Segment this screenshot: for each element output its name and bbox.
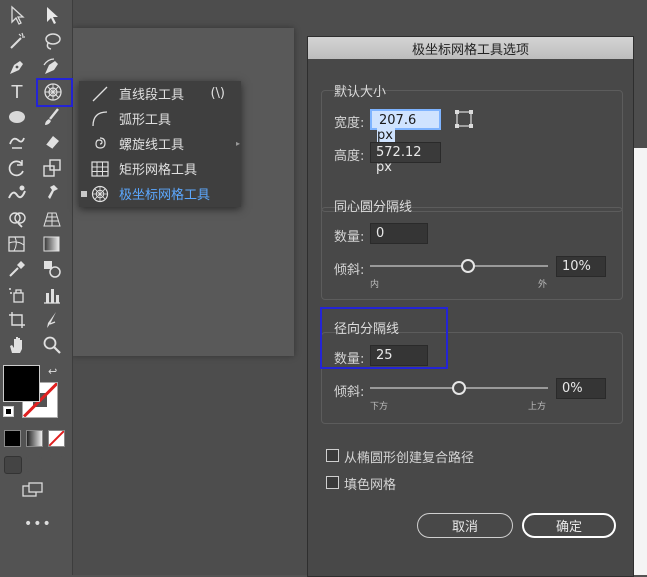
line-segment-icon: [89, 85, 111, 103]
warp-tool-icon[interactable]: [5, 182, 29, 204]
radial-top-tag: 上方: [528, 402, 547, 412]
fill-color-swatch[interactable]: [3, 365, 40, 402]
shaper-tool-icon[interactable]: [5, 131, 29, 153]
eraser-tool-icon[interactable]: [40, 131, 64, 153]
concentric-count-input[interactable]: 0: [370, 223, 428, 244]
rectangular-grid-icon: [89, 160, 111, 178]
draw-behind-icon[interactable]: [26, 456, 42, 472]
magic-wand-tool-icon[interactable]: [5, 30, 29, 52]
concentric-skew-track[interactable]: [370, 265, 548, 267]
width-input[interactable]: 207.6 px: [370, 109, 441, 143]
height-label: 高度:: [334, 149, 365, 164]
zoom-tool-icon[interactable]: [40, 334, 64, 356]
current-tool-indicator: [81, 191, 87, 197]
none-mode-icon[interactable]: [48, 430, 65, 447]
eyedropper-tool-icon[interactable]: [5, 258, 29, 280]
color-mode-icon[interactable]: [4, 430, 21, 447]
shape-builder-tool-icon[interactable]: [5, 208, 29, 230]
draw-normal-icon[interactable]: [4, 456, 22, 474]
mesh-tool-icon[interactable]: [5, 233, 29, 255]
height-input[interactable]: 572.12 px: [370, 142, 441, 175]
radial-skew-label: 倾斜:: [334, 385, 365, 400]
line-tools-flyout: 直线段工具 (\) 弧形工具 螺旋线工具 矩形网格工具 极坐标网格工具: [79, 81, 241, 207]
concentric-skew-input[interactable]: 10%: [556, 256, 606, 277]
scale-tool-icon[interactable]: [40, 157, 64, 179]
radial-skew-thumb[interactable]: [452, 381, 466, 395]
lasso-tool-icon[interactable]: [40, 30, 64, 52]
draw-inside-icon[interactable]: [48, 456, 64, 472]
artboard-tool-icon[interactable]: [5, 309, 29, 331]
polar-grid-tool-highlight: [36, 78, 73, 107]
polar-grid-icon: [89, 185, 111, 203]
concentric-dividers-group: [321, 207, 623, 300]
default-colors-icon[interactable]: [3, 406, 14, 417]
concentric-skew-label: 倾斜:: [334, 263, 365, 278]
perspective-grid-tool-icon[interactable]: [40, 208, 64, 230]
concentric-outer-tag: 外: [538, 280, 548, 290]
selection-tool-icon[interactable]: [5, 4, 29, 26]
constrain-proportions-icon[interactable]: [454, 109, 474, 129]
fill-grid-label: 填色网格: [344, 478, 397, 493]
type-tool-icon[interactable]: T: [5, 81, 29, 103]
cancel-button[interactable]: 取消: [417, 513, 513, 538]
radial-skew-input[interactable]: 0%: [556, 378, 606, 399]
concentric-count-label: 数量:: [334, 230, 365, 245]
flyout-tearoff-arrow-icon[interactable]: ▸: [236, 139, 240, 148]
flyout-item-polar-grid[interactable]: 极坐标网格工具: [79, 181, 241, 206]
swap-colors-icon[interactable]: ↩: [48, 365, 57, 378]
direct-selection-tool-icon[interactable]: [40, 4, 64, 26]
radial-bottom-tag: 下方: [370, 402, 389, 412]
radial-dividers-highlight: [320, 307, 448, 369]
symbol-sprayer-tool-icon[interactable]: [5, 284, 29, 306]
width-label: 宽度:: [334, 116, 365, 131]
ellipse-tool-icon[interactable]: [5, 106, 29, 128]
compound-path-label: 从椭圆形创建复合路径: [344, 451, 475, 466]
slice-tool-icon[interactable]: [40, 309, 64, 331]
flyout-item-line-segment[interactable]: 直线段工具 (\): [79, 81, 241, 106]
spiral-icon: [89, 135, 111, 153]
hand-tool-icon[interactable]: [5, 334, 29, 356]
screen-mode-icon[interactable]: [22, 482, 44, 498]
concentric-dividers-title: 同心圆分隔线: [334, 200, 413, 215]
concentric-skew-thumb[interactable]: [460, 259, 475, 273]
gradient-mode-icon[interactable]: [26, 430, 43, 447]
flyout-item-rectangular-grid[interactable]: 矩形网格工具: [79, 156, 241, 181]
compound-path-checkbox[interactable]: [326, 449, 339, 462]
dialog-title: 极坐标网格工具选项: [308, 37, 633, 59]
curvature-tool-icon[interactable]: [40, 56, 64, 78]
paintbrush-tool-icon[interactable]: [40, 106, 64, 128]
default-size-title: 默认大小: [334, 85, 387, 100]
arc-icon: [89, 110, 111, 128]
fill-grid-checkbox[interactable]: [326, 476, 339, 489]
ok-button[interactable]: 确定: [522, 513, 616, 538]
flyout-item-arc[interactable]: 弧形工具: [79, 106, 241, 131]
concentric-inner-tag: 内: [370, 280, 380, 290]
blend-tool-icon[interactable]: [40, 258, 64, 280]
pen-tool-icon[interactable]: [5, 56, 29, 78]
rotate-tool-icon[interactable]: [5, 157, 29, 179]
edit-toolbar-icon[interactable]: •••: [24, 516, 52, 532]
puppet-warp-tool-icon[interactable]: [40, 182, 64, 204]
gradient-tool-icon[interactable]: [40, 233, 64, 255]
flyout-item-spiral[interactable]: 螺旋线工具: [79, 131, 241, 156]
column-graph-tool-icon[interactable]: [40, 284, 64, 306]
